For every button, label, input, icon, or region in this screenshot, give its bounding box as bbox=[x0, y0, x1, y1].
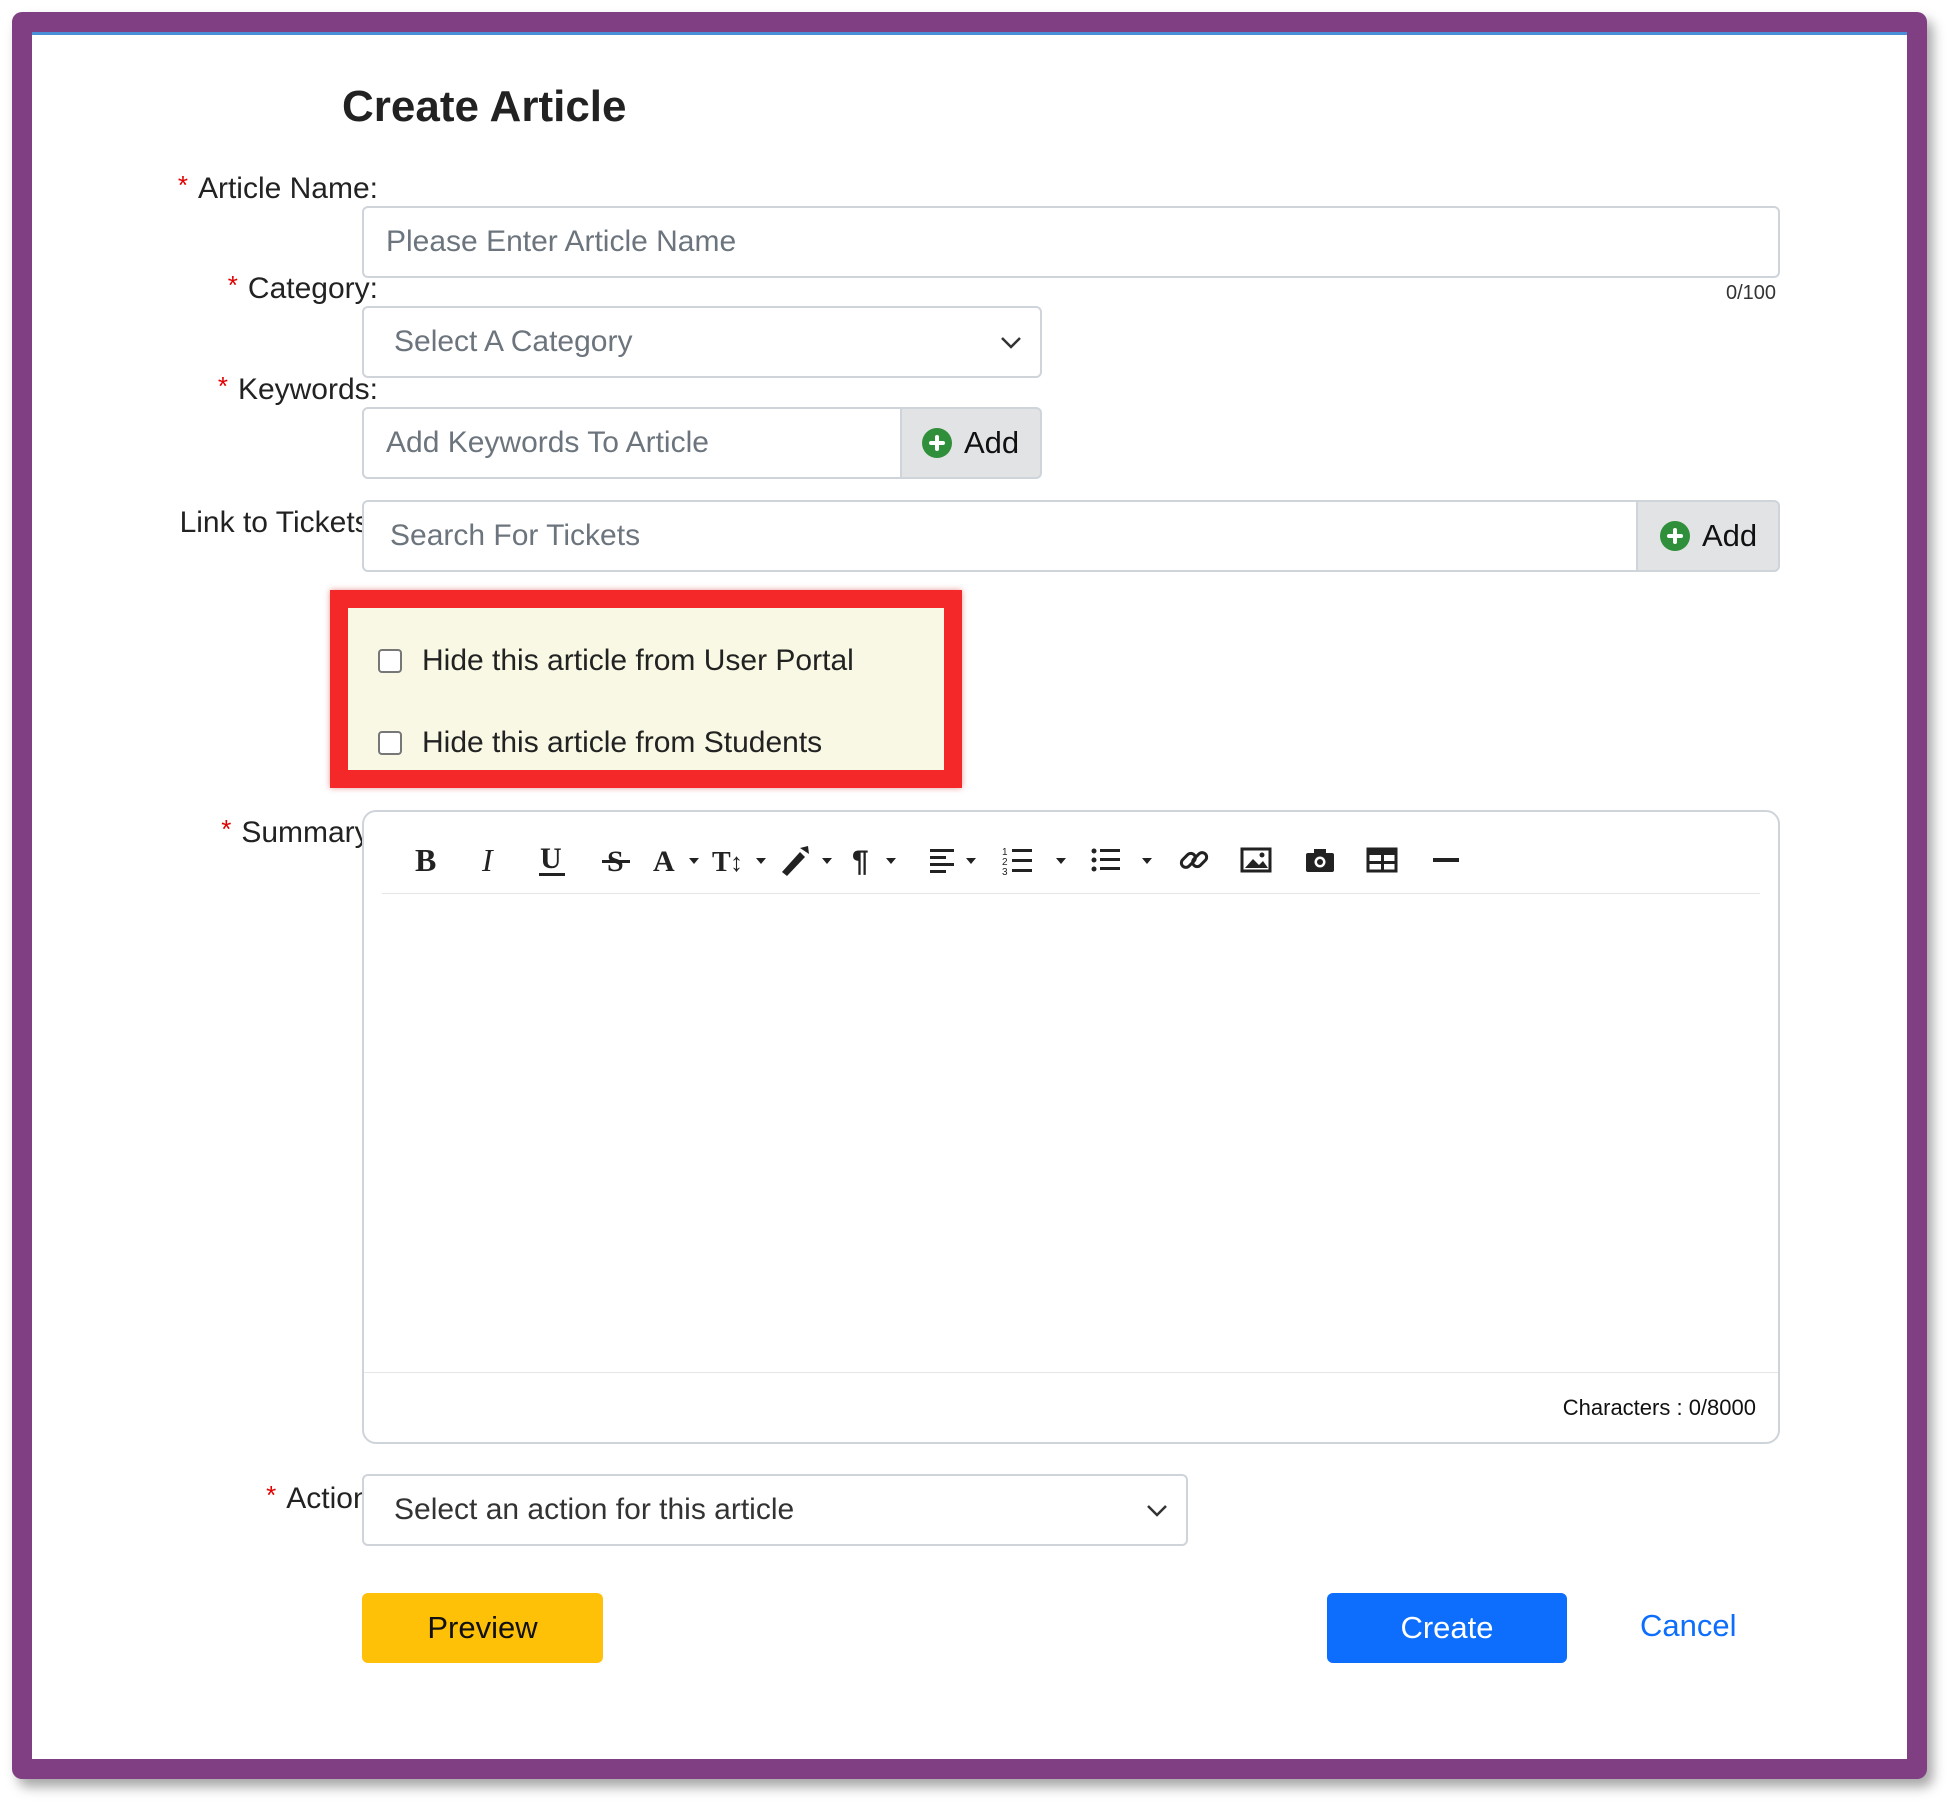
visibility-options-highlight: Hide this article from User Portal Hide … bbox=[330, 590, 962, 788]
unordered-list-icon[interactable] bbox=[1090, 840, 1166, 880]
strikethrough-icon[interactable]: S bbox=[592, 840, 640, 880]
summary-editor[interactable]: B I U S A T ↕ ¶ 123 Characters: 0/8000 bbox=[362, 810, 1780, 1444]
plus-circle-icon bbox=[922, 428, 952, 458]
ordered-list-icon[interactable]: 123 bbox=[1002, 840, 1082, 880]
horizontal-rule-icon[interactable] bbox=[1422, 840, 1470, 880]
keywords-label: * Keywords: bbox=[217, 371, 378, 406]
required-marker: * bbox=[266, 1480, 277, 1510]
article-name-counter: 0/100 bbox=[1726, 282, 1777, 304]
required-marker: * bbox=[177, 170, 188, 200]
underline-icon[interactable]: U bbox=[528, 840, 576, 880]
paragraph-icon[interactable]: ¶ bbox=[852, 840, 908, 880]
add-ticket-button[interactable]: Add bbox=[1638, 500, 1780, 572]
svg-text:I: I bbox=[481, 843, 494, 877]
hide-students-checkbox[interactable] bbox=[378, 731, 402, 755]
camera-icon[interactable] bbox=[1296, 840, 1344, 880]
cancel-link[interactable]: Cancel bbox=[1640, 1608, 1737, 1644]
ticket-search-input[interactable]: Search For Tickets bbox=[362, 500, 1638, 572]
create-button[interactable]: Create bbox=[1327, 1593, 1567, 1663]
image-icon[interactable] bbox=[1232, 840, 1280, 880]
article-name-label: * Article Name: bbox=[177, 170, 378, 205]
preview-button[interactable]: Preview bbox=[362, 1593, 603, 1663]
page-title: Create Article bbox=[342, 82, 627, 131]
hide-user-portal-option[interactable]: Hide this article from User Portal bbox=[378, 644, 854, 678]
add-keyword-button[interactable]: Add bbox=[902, 407, 1042, 479]
category-select[interactable]: Select A Category bbox=[362, 306, 1042, 378]
action-select[interactable]: Select an action for this article bbox=[362, 1474, 1188, 1546]
editor-toolbar: B I U S A T ↕ ¶ 123 bbox=[382, 830, 1760, 894]
hide-user-portal-checkbox[interactable] bbox=[378, 649, 402, 673]
paint-brush-icon[interactable] bbox=[778, 840, 838, 880]
svg-text:T: T bbox=[712, 847, 731, 878]
svg-text:B: B bbox=[415, 843, 436, 877]
link-tickets-label: Link to Tickets: bbox=[179, 506, 378, 539]
italic-icon[interactable]: I bbox=[468, 840, 512, 880]
summary-label: * Summary: bbox=[221, 814, 378, 849]
bold-icon[interactable]: B bbox=[404, 840, 448, 880]
link-icon[interactable] bbox=[1170, 840, 1218, 880]
font-color-icon[interactable]: A bbox=[650, 840, 706, 880]
plus-circle-icon bbox=[1660, 521, 1690, 551]
chevron-down-icon bbox=[1001, 337, 1021, 349]
chevron-down-icon bbox=[1147, 1505, 1167, 1517]
svg-text:A: A bbox=[653, 845, 675, 878]
svg-text:3: 3 bbox=[1002, 867, 1008, 878]
font-size-icon[interactable]: T ↕ bbox=[712, 840, 772, 880]
required-marker: * bbox=[217, 371, 228, 401]
required-marker: * bbox=[227, 270, 238, 300]
align-icon[interactable] bbox=[928, 840, 988, 880]
hide-students-option[interactable]: Hide this article from Students bbox=[378, 726, 822, 760]
editor-footer: Characters : 0/8000 bbox=[364, 1372, 1778, 1442]
svg-text:U: U bbox=[540, 842, 562, 875]
keywords-input[interactable]: Add Keywords To Article bbox=[362, 407, 902, 479]
category-label: * Category: bbox=[227, 270, 378, 305]
summary-character-count: Characters : 0/8000 bbox=[1562, 1395, 1756, 1420]
top-accent-line bbox=[32, 32, 1907, 35]
svg-text:¶: ¶ bbox=[852, 845, 869, 878]
svg-text:↕: ↕ bbox=[730, 847, 743, 877]
article-name-input[interactable]: Please Enter Article Name bbox=[362, 206, 1780, 278]
required-marker: * bbox=[221, 814, 232, 844]
table-icon[interactable] bbox=[1358, 840, 1406, 880]
